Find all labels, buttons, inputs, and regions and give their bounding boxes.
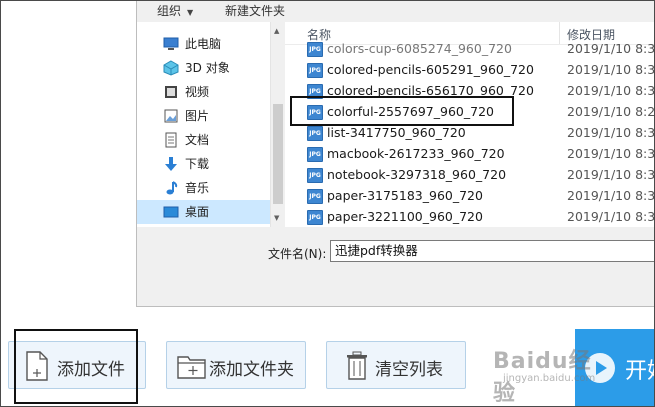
- jpg-file-icon: JPG: [307, 210, 323, 225]
- nav-label: 图片: [185, 109, 210, 123]
- nav-item-videos[interactable]: 视频: [137, 80, 270, 104]
- file-date: 2019/1/10 8:36: [567, 62, 655, 77]
- organize-label: 组织: [157, 4, 182, 18]
- scrollbar-thumb[interactable]: [273, 104, 283, 204]
- file-name: notebook-3297318_960_720: [327, 167, 507, 182]
- jpg-file-icon: JPG: [307, 189, 323, 204]
- jpg-file-icon: JPG: [307, 168, 323, 183]
- file-date: 2019/1/10 8:36: [567, 83, 655, 98]
- start-label: 开始: [625, 359, 655, 384]
- nav-label: 3D 对象: [185, 61, 230, 75]
- file-name: paper-3175183_960_720: [327, 188, 483, 203]
- file-date: 2019/1/10 8:36: [567, 209, 655, 224]
- filename-input[interactable]: 迅捷pdf转换器: [330, 240, 655, 262]
- nav-item-music[interactable]: 音乐: [137, 176, 270, 200]
- file-name: colors-cup-6085274_960_720: [327, 41, 512, 56]
- nav-label: 视频: [185, 85, 210, 99]
- nav-label: 下载: [185, 157, 210, 171]
- cube-3d-icon: [163, 60, 179, 76]
- file-row[interactable]: JPG macbook-2617233_960_720 2019/1/10 8:…: [285, 143, 655, 164]
- jpg-file-icon: JPG: [307, 63, 323, 78]
- add-folder-button[interactable]: 添加文件夹: [166, 341, 306, 389]
- dropdown-arrow-icon: ▼: [187, 8, 194, 17]
- nav-item-desktop[interactable]: 桌面: [137, 200, 270, 224]
- computer-icon: [163, 36, 179, 52]
- highlight-box-file: [290, 96, 514, 126]
- file-date: 2019/1/10 8:26: [567, 104, 655, 119]
- file-open-dialog: 组织 ▼ 新建文件夹 此电脑 3D 对象 视频 图片 文档 下载 音乐 桌面 ▲…: [136, 0, 655, 307]
- file-name: macbook-2617233_960_720: [327, 146, 505, 161]
- new-folder-button[interactable]: 新建文件夹: [225, 2, 285, 19]
- clear-list-button[interactable]: 清空列表: [326, 341, 466, 389]
- navigation-pane: 此电脑 3D 对象 视频 图片 文档 下载 音乐 桌面: [137, 22, 270, 227]
- file-name: colored-pencils-605291_960_720: [327, 62, 534, 77]
- download-icon: [163, 156, 179, 172]
- file-row[interactable]: JPG notebook-3297318_960_720 2019/1/10 8…: [285, 164, 655, 185]
- file-row[interactable]: JPG paper-3175183_960_720 2019/1/10 8:36: [285, 185, 655, 206]
- filename-bar: 文件名(N): 迅捷pdf转换器: [137, 227, 655, 306]
- nav-item-documents[interactable]: 文档: [137, 128, 270, 152]
- play-icon: [585, 353, 615, 383]
- jpg-file-icon: JPG: [307, 126, 323, 141]
- file-name: list-3417750_960_720: [327, 125, 466, 140]
- jpg-file-icon: JPG: [307, 42, 323, 57]
- nav-item-pictures[interactable]: 图片: [137, 104, 270, 128]
- scroll-down-icon[interactable]: ▼: [274, 214, 279, 222]
- file-row[interactable]: JPG colors-cup-6085274_960_720 2019/1/10…: [285, 38, 655, 59]
- file-row[interactable]: JPG colored-pencils-605291_960_720 2019/…: [285, 59, 655, 80]
- nav-label: 桌面: [185, 205, 210, 219]
- file-row[interactable]: JPG paper-3221100_960_720 2019/1/10 8:36: [285, 206, 655, 227]
- nav-label: 音乐: [185, 181, 210, 195]
- dialog-toolbar: 组织 ▼ 新建文件夹: [137, 0, 655, 22]
- file-date: 2019/1/10 8:36: [567, 146, 655, 161]
- highlight-box-add-file: [14, 329, 138, 404]
- clear-list-label: 清空列表: [375, 360, 443, 380]
- add-folder-label: 添加文件夹: [209, 360, 294, 380]
- music-icon: [163, 180, 179, 196]
- video-icon: [163, 84, 179, 100]
- picture-icon: [163, 108, 179, 124]
- file-date: 2019/1/10 8:36: [567, 167, 655, 182]
- nav-label: 此电脑: [185, 37, 222, 51]
- start-conversion-button[interactable]: 开始: [575, 329, 655, 407]
- scroll-up-icon[interactable]: ▲: [274, 27, 279, 35]
- add-folder-icon: [177, 351, 207, 381]
- document-icon: [163, 132, 179, 148]
- desktop-icon: [163, 204, 179, 220]
- jpg-file-icon: JPG: [307, 147, 323, 162]
- nav-item-this-pc[interactable]: 此电脑: [137, 32, 270, 56]
- filename-label: 文件名(N):: [268, 247, 327, 261]
- nav-item-downloads[interactable]: 下载: [137, 152, 270, 176]
- organize-menu[interactable]: 组织 ▼: [157, 2, 193, 19]
- nav-scrollbar[interactable]: ▲ ▼: [270, 22, 285, 227]
- nav-label: 文档: [185, 133, 210, 147]
- file-name: paper-3221100_960_720: [327, 209, 483, 224]
- file-date: 2019/1/10 8:36: [567, 188, 655, 203]
- file-date: 2019/1/10 8:36: [567, 41, 655, 56]
- trash-icon: [345, 351, 369, 381]
- nav-item-3d-objects[interactable]: 3D 对象: [137, 56, 270, 80]
- file-date: 2019/1/10 8:36: [567, 125, 655, 140]
